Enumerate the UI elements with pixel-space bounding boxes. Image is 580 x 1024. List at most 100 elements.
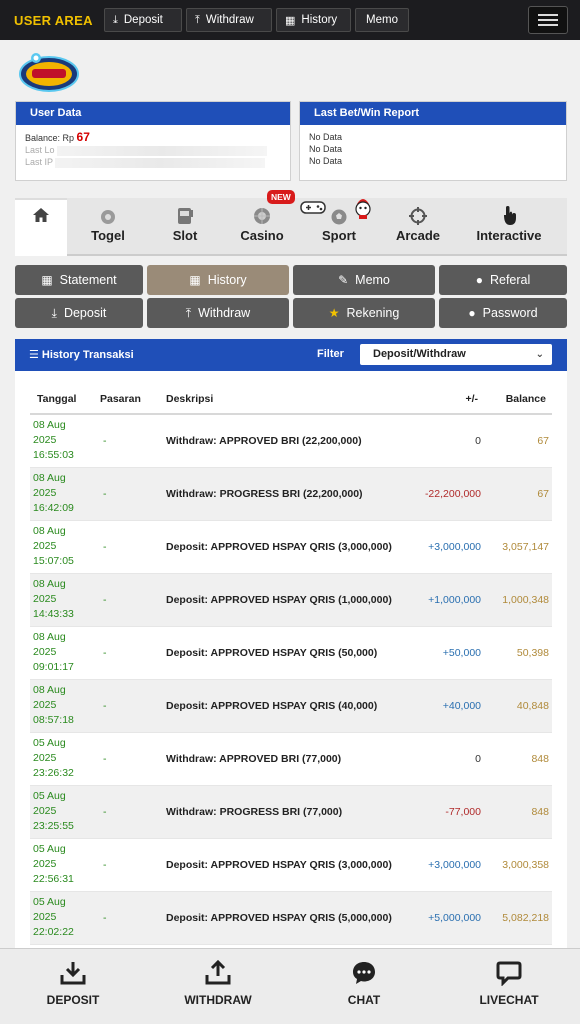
bank-icon: ★ <box>328 306 340 320</box>
tab-interactive[interactable]: Interactive <box>463 198 555 256</box>
filter-value: Deposit/Withdraw <box>373 348 466 360</box>
password-button[interactable]: ● Password <box>439 298 567 328</box>
table-row: 08 Aug 2025 15:07:05 - Deposit: APPROVED HSP… <box>30 520 552 574</box>
top-bar: USER AREA ⤓ Deposit ⤒ Withdraw ▦ History… <box>0 0 580 40</box>
user-icon: ● <box>475 273 483 287</box>
date-time: 08:57:18 <box>33 714 74 726</box>
date-year: 2025 <box>33 752 57 764</box>
date-time: 23:26:32 <box>33 767 74 779</box>
tab-home[interactable] <box>15 198 67 256</box>
column-header: Pasaran <box>100 384 166 415</box>
last-login-label: Last Lo <box>25 145 55 155</box>
column-header: Tanggal <box>30 384 100 415</box>
filter-select[interactable]: Deposit/Withdraw ⌄ <box>360 344 552 365</box>
bottom-livechat-label: LIVECHAT <box>479 993 539 1007</box>
hamburger-line <box>538 19 558 21</box>
column-header: +/- <box>414 384 484 415</box>
amount-cell: +5,000,000 <box>414 891 484 945</box>
date-day: 08 Aug <box>33 578 66 590</box>
hamburger-menu-button[interactable] <box>528 6 568 34</box>
last-login-line: Last Lo <box>25 144 281 156</box>
top-deposit-button[interactable]: ⤓ Deposit <box>104 8 182 32</box>
top-history-label: History <box>301 14 338 26</box>
withdraw-label: Withdraw <box>198 306 251 320</box>
tab-togel[interactable]: Togel <box>73 198 143 256</box>
tab-arcade[interactable]: Arcade <box>383 198 453 256</box>
table-row: 05 Aug 2025 22:02:22 - Deposit: APPROVED HSP… <box>30 891 552 945</box>
site-logo[interactable] <box>18 50 80 94</box>
balance-cell: 40,848 <box>484 679 552 733</box>
date-time: 22:02:22 <box>33 926 74 938</box>
referal-button[interactable]: ● Referal <box>439 265 567 295</box>
balance-value: 67 <box>76 130 90 144</box>
tab-label: Togel <box>91 228 125 243</box>
edit-icon: ✎ <box>338 273 349 287</box>
description-cell: Withdraw: APPROVED BRI (22,200,000) <box>166 414 414 468</box>
balance-line: Balance: Rp 67 <box>25 131 281 144</box>
amount-cell: +40,000 <box>414 679 484 733</box>
memo-label: Memo <box>355 273 390 287</box>
date-year: 2025 <box>33 805 57 817</box>
deposit-button[interactable]: ⤓ Deposit <box>15 298 143 328</box>
crosshair-icon <box>409 207 427 225</box>
last-ip-line: Last IP <box>25 156 281 168</box>
history-button[interactable]: ▦ History <box>147 265 289 295</box>
date-day: 05 Aug <box>33 790 66 802</box>
date-cell: 05 Aug 2025 22:02:22 <box>30 891 100 945</box>
table-row: 05 Aug 2025 23:25:55 - Withdraw: PROGRESS BR… <box>30 785 552 839</box>
home-icon <box>33 208 49 222</box>
date-time: 16:42:09 <box>33 502 74 514</box>
bottom-livechat-button[interactable]: LIVECHAT <box>470 959 548 1007</box>
balance-cell: 3,057,147 <box>484 520 552 574</box>
tab-slot[interactable]: Slot <box>150 198 220 256</box>
mascot-icon <box>355 199 371 219</box>
balance-cell: 1,000,348 <box>484 573 552 627</box>
user-area-title: USER AREA <box>14 12 93 28</box>
bottom-chat-button[interactable]: CHAT <box>333 959 395 1007</box>
statement-button[interactable]: ▦ Statement <box>15 265 143 295</box>
transaction-table: Tanggal Pasaran Deskripsi +/- Balance 08… <box>30 384 552 945</box>
rekening-button[interactable]: ★ Rekening <box>293 298 435 328</box>
report-line: No Data <box>309 132 343 142</box>
last-ip-label: Last IP <box>25 157 53 167</box>
statement-label: Statement <box>59 273 117 287</box>
date-time: 22:56:31 <box>33 873 74 885</box>
livechat-bubble-icon <box>496 961 522 986</box>
date-time: 14:43:33 <box>33 608 74 620</box>
date-time: 15:07:05 <box>33 555 74 567</box>
bottom-deposit-button[interactable]: DEPOSIT <box>32 959 114 1007</box>
top-withdraw-button[interactable]: ⤒ Withdraw <box>186 8 272 32</box>
table-row: 08 Aug 2025 08:57:18 - Deposit: APPROVED HSP… <box>30 679 552 733</box>
download-tray-icon <box>60 962 86 985</box>
date-day: 08 Aug <box>33 419 66 432</box>
calendar-icon: ▦ <box>189 273 201 287</box>
bottom-deposit-label: DEPOSIT <box>46 993 100 1007</box>
description-cell: Deposit: APPROVED HSPAY QRIS (1,000,000) <box>166 573 414 627</box>
date-day: 08 Aug <box>33 631 66 643</box>
top-memo-label: Memo <box>366 14 398 26</box>
date-time: 09:01:17 <box>33 661 74 673</box>
amount-cell: +3,000,000 <box>414 520 484 574</box>
withdraw-icon: ⤒ <box>195 13 200 26</box>
bottom-withdraw-button[interactable]: WITHDRAW <box>172 959 264 1007</box>
bottom-nav: DEPOSIT WITHDRAW CHAT LIVECHAT <box>0 948 580 1024</box>
memo-button[interactable]: ✎ Memo <box>293 265 435 295</box>
tab-label: Interactive <box>476 228 542 243</box>
tab-casino[interactable]: Casino <box>227 198 297 256</box>
withdraw-icon: ⤒ <box>185 305 192 320</box>
date-year: 2025 <box>33 911 57 923</box>
withdraw-button[interactable]: ⤒ Withdraw <box>147 298 289 328</box>
report-line: No Data <box>309 144 343 154</box>
bottom-chat-label: CHAT <box>347 993 381 1007</box>
tab-label: Casino <box>240 228 284 243</box>
tab-label: Sport <box>322 228 356 243</box>
top-history-button[interactable]: ▦ History <box>276 8 351 32</box>
calendar-icon: ▦ <box>285 14 296 27</box>
amount-cell: 0 <box>414 732 484 786</box>
date-day: 08 Aug <box>33 472 66 484</box>
ball-icon <box>101 210 115 224</box>
top-memo-button[interactable]: Memo <box>355 8 409 32</box>
last-bet-report-panel: Last Bet/Win Report No Data No Data No D… <box>299 101 567 181</box>
description-cell: Withdraw: PROGRESS BRI (22,200,000) <box>166 467 414 521</box>
amount-cell: -22,200,000 <box>414 467 484 521</box>
